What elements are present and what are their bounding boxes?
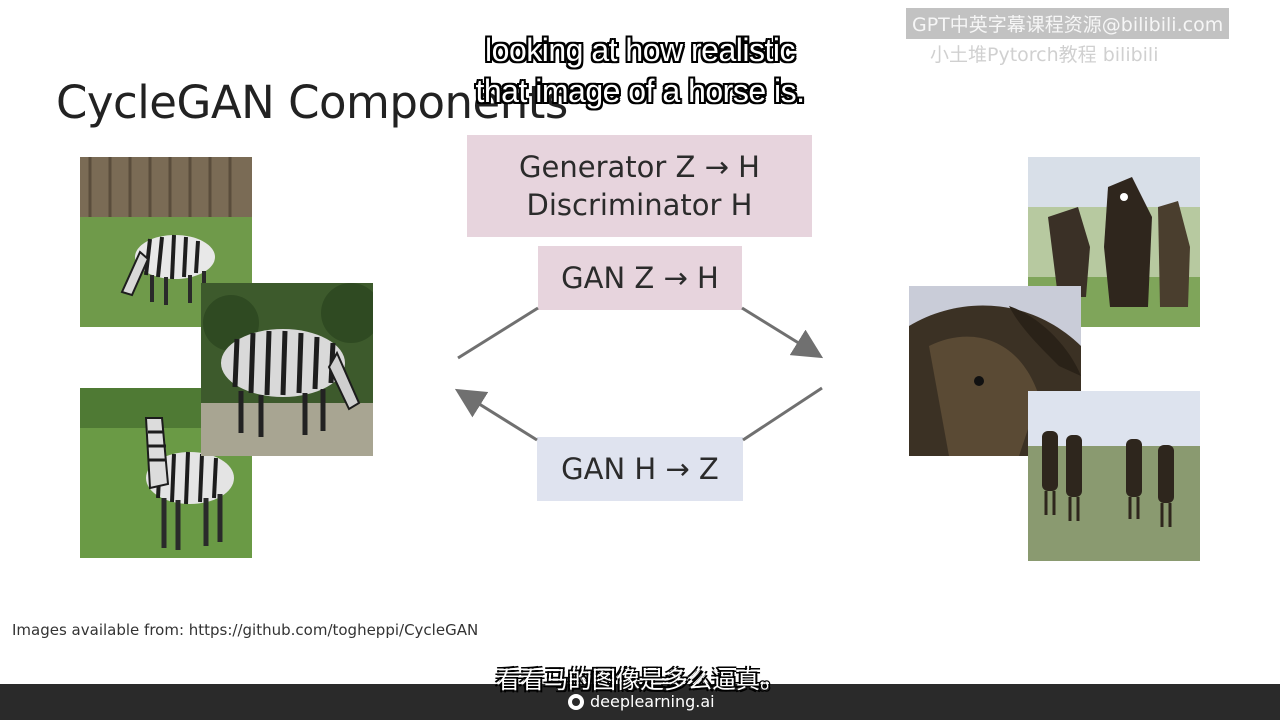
arrow-gan-zh-to-right [741, 306, 824, 359]
deeplearning-logo-icon [568, 693, 584, 710]
image-source-note: Images available from: https://github.co… [12, 621, 479, 639]
arrow-left-to-gan-zh [457, 306, 539, 360]
footer-brand: deeplearning.ai [568, 692, 715, 711]
watermark-primary: GPT中英字幕课程资源@bilibili.com [906, 8, 1230, 39]
arrow-right-to-gan-hz [742, 386, 823, 442]
english-subtitle-line1: looking at how realistic [485, 32, 795, 68]
arrow-gan-hz-to-left [454, 388, 538, 442]
english-subtitle: looking at how realistic that image of a… [440, 30, 840, 112]
chinese-subtitle: 看看马的图像是多么逼真。 [496, 666, 784, 694]
english-subtitle-line2: that image of a horse is. [475, 73, 805, 109]
footer-brand-label: deeplearning.ai [590, 692, 715, 711]
watermark-secondary: 小土堆Pytorch教程 bilibili [930, 44, 1159, 66]
horses-field-photo [1028, 391, 1200, 561]
